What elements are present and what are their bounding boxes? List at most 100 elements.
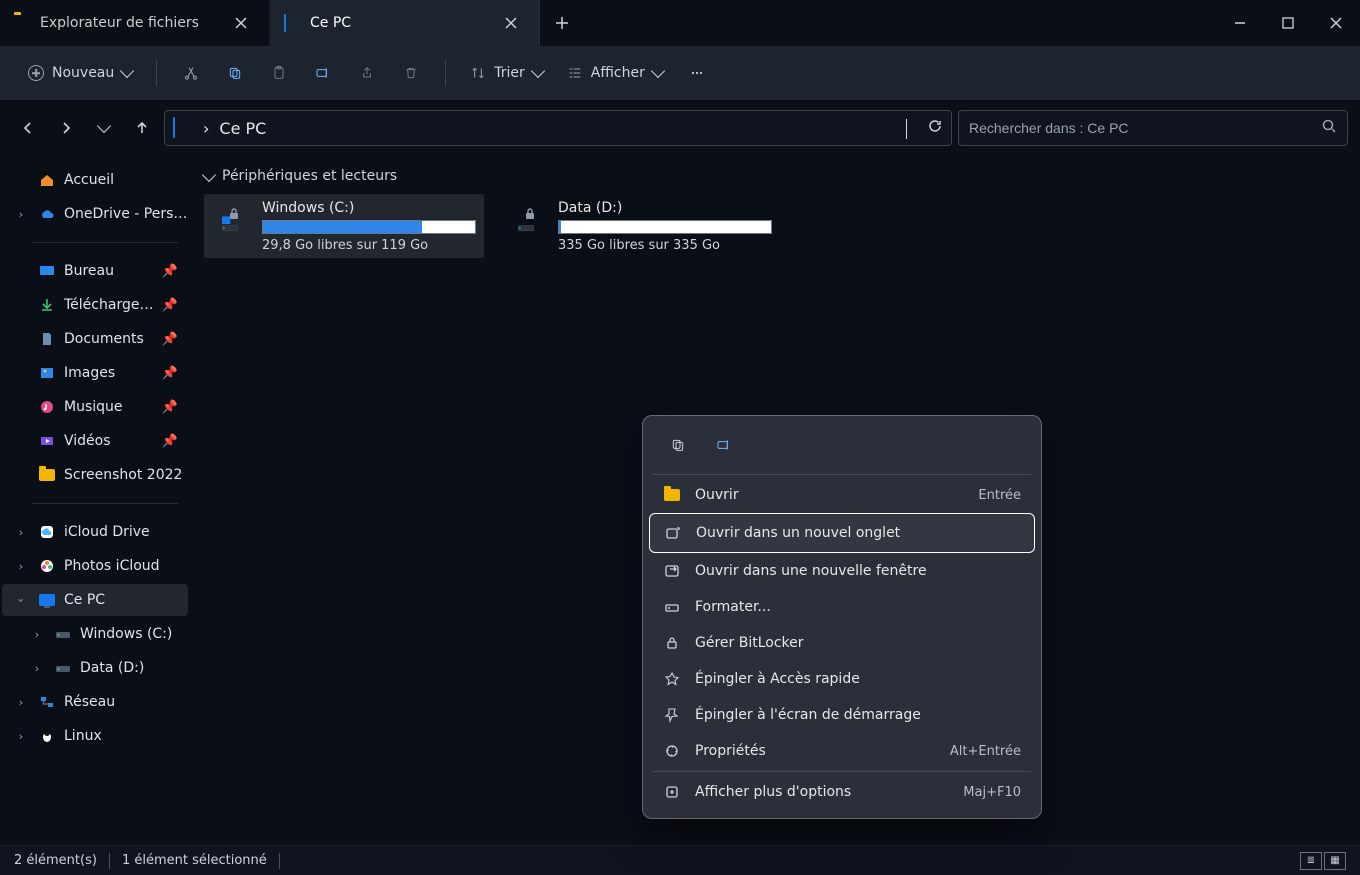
new-tab-button[interactable]: [540, 0, 584, 46]
address-dropdown-button[interactable]: [906, 119, 907, 138]
sidebar-item-label: iCloud Drive: [64, 524, 188, 540]
sidebar-divider: [32, 503, 178, 504]
chevron-down-icon: [97, 119, 111, 133]
sidebar-item-windows-c[interactable]: › Windows (C:): [2, 618, 188, 650]
sidebar-item-downloads[interactable]: Téléchargements 📌: [2, 289, 188, 321]
ctx-item-bitlocker[interactable]: Gérer BitLocker: [649, 625, 1035, 661]
sidebar-item-this-pc[interactable]: › Ce PC: [2, 584, 188, 616]
ctx-item-properties[interactable]: Propriétés Alt+Entrée: [649, 733, 1035, 769]
expander-icon[interactable]: ›: [12, 696, 30, 709]
body: Accueil › OneDrive - Persona Bureau 📌 Té…: [0, 156, 1360, 845]
sidebar-item-documents[interactable]: Documents 📌: [2, 323, 188, 355]
group-header[interactable]: Périphériques et lecteurs: [204, 168, 1346, 184]
breadcrumb-location[interactable]: Ce PC: [219, 119, 266, 138]
cut-button[interactable]: [171, 55, 211, 91]
ctx-item-label: Propriétés: [695, 743, 936, 759]
separator: [156, 60, 157, 86]
ctx-item-open-new-window[interactable]: Ouvrir dans une nouvelle fenêtre: [649, 553, 1035, 589]
new-tab-icon: [664, 524, 682, 542]
pin-icon: [663, 706, 681, 724]
tab-explorer[interactable]: Explorateur de fichiers: [0, 0, 270, 46]
expander-icon[interactable]: ›: [12, 208, 30, 221]
more-button[interactable]: [677, 55, 717, 91]
ctx-item-pin-start[interactable]: Épingler à l'écran de démarrage: [649, 697, 1035, 733]
ctx-item-shortcut: Entrée: [978, 488, 1021, 503]
search-box[interactable]: [958, 110, 1348, 146]
minimize-button[interactable]: [1216, 0, 1264, 46]
delete-button[interactable]: [391, 55, 431, 91]
ctx-item-open-new-tab[interactable]: Ouvrir dans un nouvel onglet: [649, 513, 1035, 553]
chevron-down-icon: [651, 64, 665, 78]
view-button-label: Afficher: [591, 65, 645, 81]
sidebar-item-label: Data (D:): [80, 660, 188, 676]
separator: [109, 853, 110, 869]
plus-circle-icon: [28, 65, 44, 81]
maximize-button[interactable]: [1264, 0, 1312, 46]
network-icon: [38, 693, 56, 711]
close-window-button[interactable]: [1312, 0, 1360, 46]
drive-info: Data (D:) 335 Go libres sur 335 Go: [558, 200, 772, 253]
search-input[interactable]: [969, 120, 1311, 136]
ctx-item-format[interactable]: Formater...: [649, 589, 1035, 625]
expander-icon[interactable]: ›: [12, 526, 30, 539]
drive-item-windows-c[interactable]: Windows (C:) 29,8 Go libres sur 119 Go: [204, 194, 484, 258]
toolbar: Nouveau Trier Afficher: [0, 46, 1360, 100]
copy-button[interactable]: [215, 55, 255, 91]
share-button[interactable]: [347, 55, 387, 91]
space-bar: [558, 220, 772, 234]
ctx-item-label: Ouvrir: [695, 487, 964, 503]
drive-name: Windows (C:): [262, 200, 476, 216]
context-menu-separator: [653, 474, 1031, 475]
sidebar-item-onedrive[interactable]: › OneDrive - Persona: [2, 198, 188, 230]
view-tiles-button[interactable]: ▦: [1324, 852, 1346, 870]
nav-row: › Ce PC: [0, 100, 1360, 156]
drive-item-data-d[interactable]: Data (D:) 335 Go libres sur 335 Go: [500, 194, 780, 258]
rename-button[interactable]: [707, 428, 741, 462]
sidebar-item-photos-icloud[interactable]: › Photos iCloud: [2, 550, 188, 582]
ctx-item-show-more[interactable]: Afficher plus d'options Maj+F10: [649, 774, 1035, 810]
expander-icon[interactable]: ›: [12, 560, 30, 573]
sidebar-item-screenshot-folder[interactable]: Screenshot 2022: [2, 459, 188, 491]
space-bar: [262, 220, 476, 234]
up-button[interactable]: [126, 112, 158, 144]
sidebar-item-label: Images: [64, 365, 154, 381]
ctx-item-pin-quick-access[interactable]: Épingler à Accès rapide: [649, 661, 1035, 697]
history-button[interactable]: [88, 112, 120, 144]
forward-button[interactable]: [50, 112, 82, 144]
group-header-label: Périphériques et lecteurs: [222, 168, 397, 184]
new-button[interactable]: Nouveau: [18, 55, 142, 91]
refresh-button[interactable]: [927, 118, 943, 138]
expander-icon[interactable]: ›: [12, 730, 30, 743]
ctx-item-open[interactable]: Ouvrir Entrée: [649, 477, 1035, 513]
sidebar-item-label: Photos iCloud: [64, 558, 188, 574]
address-bar[interactable]: › Ce PC: [164, 110, 952, 146]
sidebar-item-icloud-drive[interactable]: › iCloud Drive: [2, 516, 188, 548]
this-pc-icon: [38, 591, 56, 609]
sidebar-item-linux[interactable]: › Linux: [2, 720, 188, 752]
close-tab-button[interactable]: [227, 9, 255, 37]
sidebar-item-data-d[interactable]: › Data (D:): [2, 652, 188, 684]
view-details-button[interactable]: ≣: [1300, 852, 1322, 870]
sort-button[interactable]: Trier: [460, 55, 553, 91]
sidebar-item-music[interactable]: Musique 📌: [2, 391, 188, 423]
rename-button[interactable]: [303, 55, 343, 91]
expander-icon[interactable]: ›: [28, 662, 46, 675]
tabs: Explorateur de fichiers Ce PC: [0, 0, 584, 46]
close-tab-button[interactable]: [497, 9, 525, 37]
expander-icon[interactable]: ›: [15, 591, 28, 609]
drive-icon: [54, 659, 72, 677]
sidebar-item-desktop[interactable]: Bureau 📌: [2, 255, 188, 287]
tab-this-pc[interactable]: Ce PC: [270, 0, 540, 46]
sidebar-item-home[interactable]: Accueil: [2, 164, 188, 196]
copy-button[interactable]: [661, 428, 695, 462]
expander-icon[interactable]: ›: [28, 628, 46, 641]
back-button[interactable]: [12, 112, 44, 144]
sidebar-item-videos[interactable]: Vidéos 📌: [2, 425, 188, 457]
photos-icon: [38, 557, 56, 575]
view-button[interactable]: Afficher: [557, 55, 673, 91]
folder-icon: [38, 466, 56, 484]
sidebar-item-network[interactable]: › Réseau: [2, 686, 188, 718]
drive-subtitle: 335 Go libres sur 335 Go: [558, 238, 772, 253]
paste-button[interactable]: [259, 55, 299, 91]
sidebar-item-images[interactable]: Images 📌: [2, 357, 188, 389]
